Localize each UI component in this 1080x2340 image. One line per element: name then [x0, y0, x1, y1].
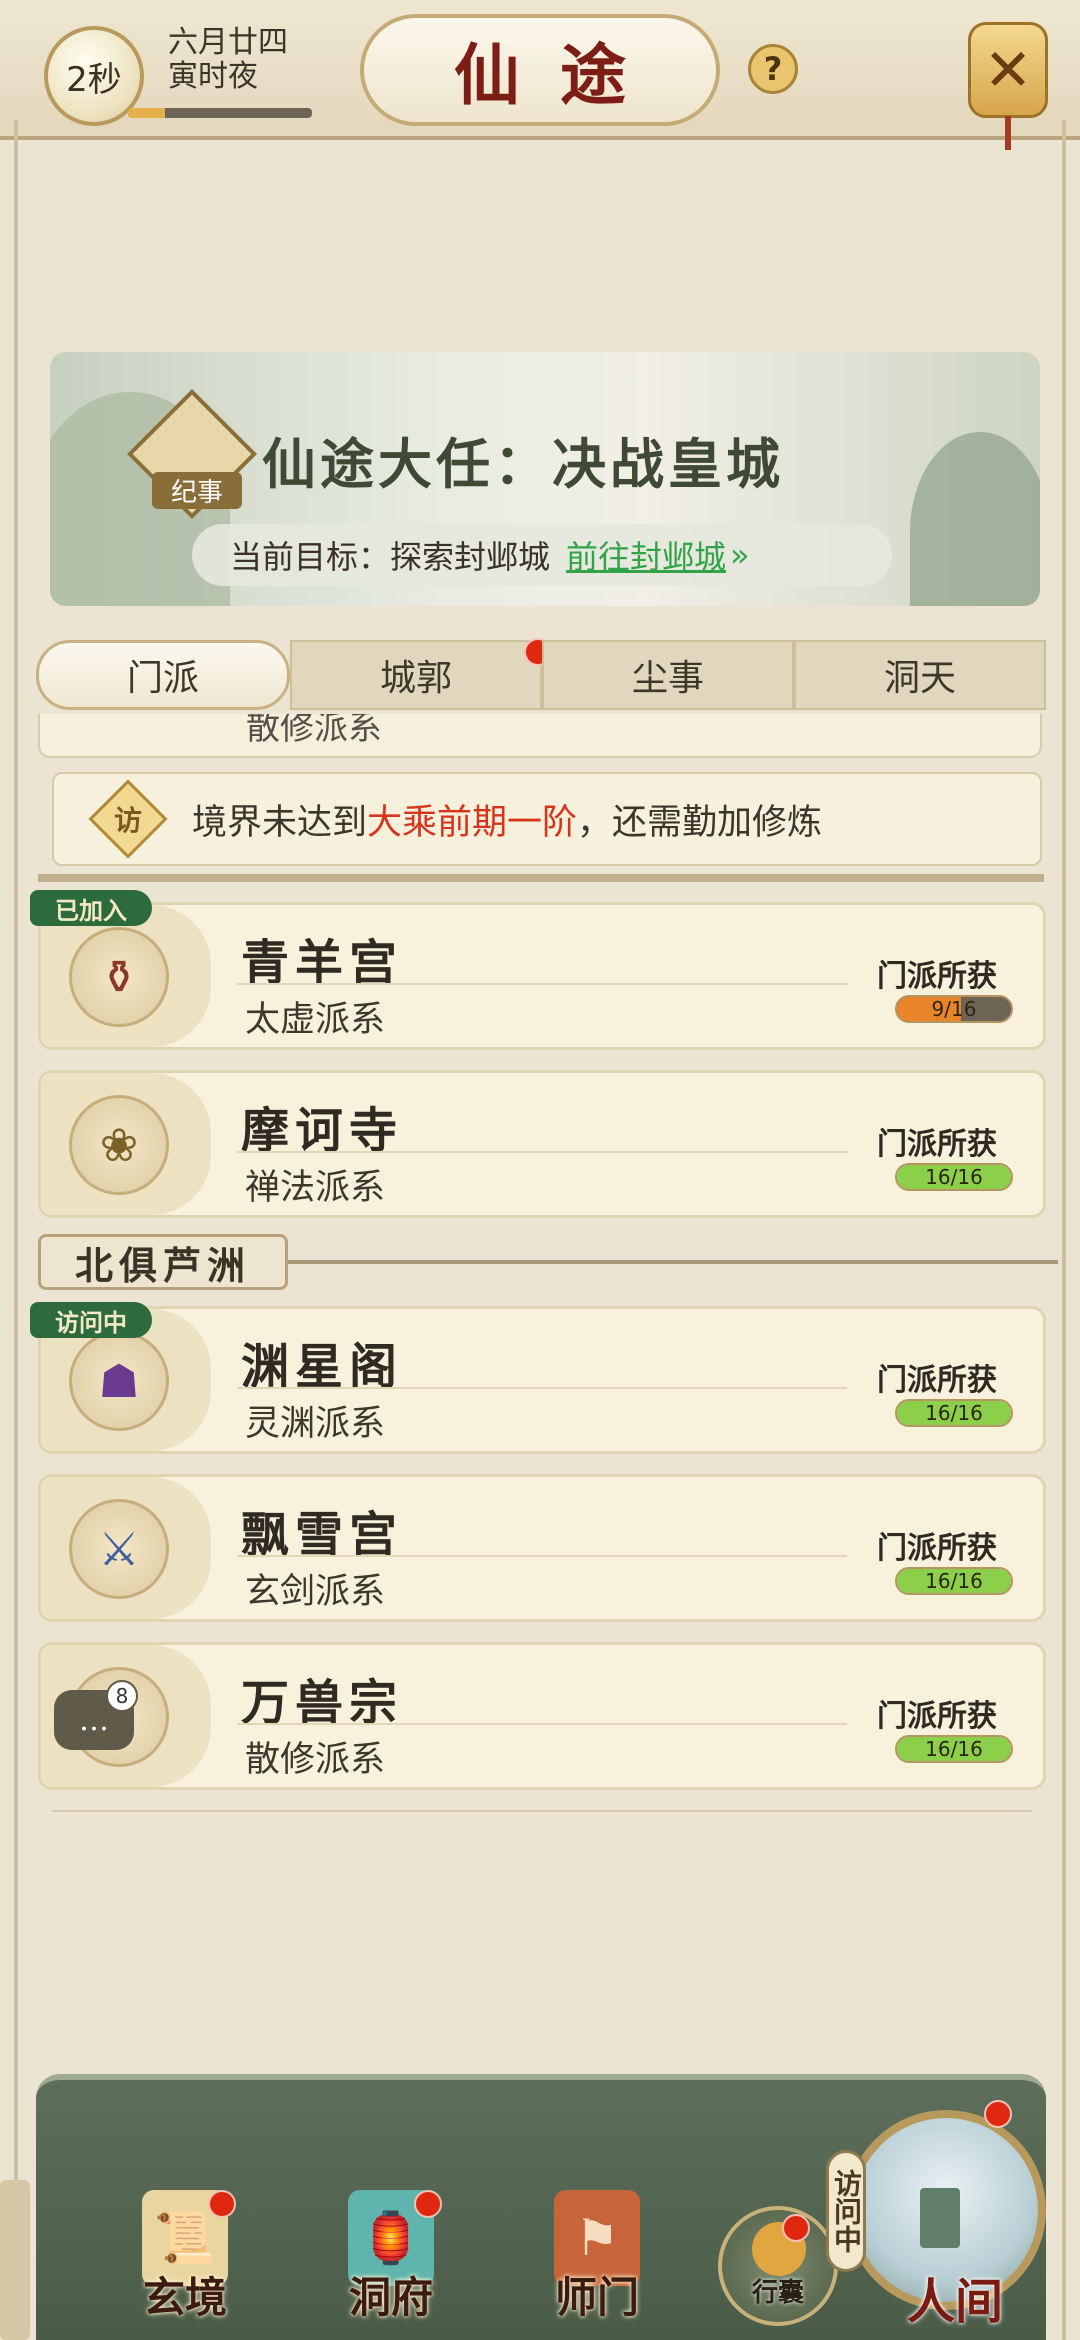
- card-divider: [237, 1387, 847, 1389]
- time-progress-bar: [128, 108, 312, 118]
- category-tabs: 门派 城郭 尘事 洞天: [36, 638, 1046, 710]
- goal-travel-link[interactable]: 前往封邺城: [566, 532, 726, 578]
- sect-gain-progress: 16/16: [895, 1567, 1013, 1595]
- sect-gain-progress: 9/16: [895, 995, 1013, 1023]
- sect-branch: 玄剑派系: [245, 1572, 386, 1612]
- question-icon[interactable]: ?: [748, 44, 798, 94]
- card-divider: [237, 1151, 847, 1153]
- sect-card[interactable]: ♞ 万兽宗 散修派系 门派所获 16/16: [38, 1642, 1046, 1790]
- visit-icon: 访: [88, 779, 168, 859]
- quest-goal: 当前目标：探索封邺城 前往封邺城 »: [192, 524, 892, 586]
- visiting-badge: 访问中: [30, 1302, 152, 1338]
- sect-gain-progress: 16/16: [895, 1163, 1013, 1191]
- tab-grotto-heaven[interactable]: 洞天: [794, 640, 1046, 710]
- demon-mask-icon: ☗: [69, 1331, 169, 1431]
- tab-label: 门派: [126, 658, 199, 699]
- progress-text: 16/16: [925, 1737, 983, 1761]
- sect-card[interactable]: ❀ 摩诃寺 禅法派系 门派所获 16/16: [38, 1070, 1046, 1218]
- quest-title: 仙途大任：决战皇城: [262, 432, 784, 496]
- visit-icon-label: 访: [113, 803, 143, 837]
- bag-label: 行囊: [751, 2278, 804, 2308]
- sect-branch: 禅法派系: [245, 1168, 386, 1208]
- tab-sects[interactable]: 门派: [36, 640, 290, 710]
- lotus-icon: ❀: [69, 1095, 169, 1195]
- sect-gain-label: 门派所获: [877, 959, 997, 994]
- tab-cities[interactable]: 城郭: [290, 638, 552, 710]
- sect-card[interactable]: ⚱ 青羊宫 太虚派系 门派所获 9/16: [38, 902, 1046, 1050]
- section-divider: [38, 874, 1044, 882]
- notification-dot: [984, 2100, 1012, 2128]
- sect-branch: 灵渊派系: [245, 1404, 386, 1444]
- region-title: 北俱芦洲: [38, 1234, 288, 1290]
- notice-text-before: 境界未达到: [192, 802, 368, 843]
- region-header: 北俱芦洲: [38, 1234, 1078, 1290]
- notice-highlight: 大乘前期一阶: [367, 802, 578, 843]
- sect-card[interactable]: ⚔ 飘雪宫 玄剑派系 门派所获 16/16: [38, 1474, 1046, 1622]
- progress-text: 16/16: [925, 1165, 983, 1189]
- crossed-swords-close-icon[interactable]: ✕: [968, 22, 1048, 118]
- nav-master-sect[interactable]: ⚑ 师门: [532, 2190, 662, 2330]
- notice-text-after: ，还需勤加修炼: [577, 802, 823, 843]
- sect-card[interactable]: ☗ 渊星阁 灵渊派系 门派所获 16/16: [38, 1306, 1046, 1454]
- sect-gain-label: 门派所获: [877, 1699, 997, 1734]
- notification-dot: [208, 2190, 236, 2218]
- sect-branch: 太虚派系: [245, 1000, 386, 1040]
- sect-gain-label: 门派所获: [877, 1363, 997, 1398]
- nav-label: 玄境: [142, 2273, 227, 2322]
- sect-branch: 散修派系: [245, 1740, 386, 1780]
- scroll-decoration: [0, 2180, 30, 2340]
- joined-badge: 已加入: [30, 890, 152, 926]
- sword-icon: ⚔: [69, 1499, 169, 1599]
- page-title-plaque: 仙途: [360, 14, 720, 126]
- sect-gain-progress: 16/16: [895, 1735, 1013, 1763]
- goal-text: 当前目标：探索封邺城: [230, 538, 551, 576]
- date-lunar: 六月廿四: [168, 25, 288, 60]
- notification-dot: [782, 2214, 810, 2242]
- list-end-divider: [52, 1810, 1032, 1812]
- time-progress-fill: [128, 108, 165, 118]
- tab-label: 洞天: [883, 658, 956, 699]
- tab-label: 尘事: [631, 658, 704, 699]
- nav-cave-dwelling[interactable]: 🏮 洞府: [326, 2190, 456, 2330]
- progress-text: 9/16: [931, 997, 977, 1021]
- date-hour: 寅时夜: [168, 59, 258, 94]
- progress-text: 16/16: [925, 1569, 983, 1593]
- sect-gain-label: 门派所获: [877, 1531, 997, 1566]
- page-title: 仙途: [454, 36, 666, 114]
- mortal-world-label: 人间: [906, 2274, 1003, 2330]
- tab-label: 城郭: [379, 658, 452, 699]
- visiting-tag: 访问中: [826, 2150, 866, 2272]
- nav-label: 洞府: [348, 2273, 433, 2322]
- card-divider: [237, 1723, 847, 1725]
- sect-gain-label: 门派所获: [877, 1127, 997, 1162]
- card-divider: [237, 983, 847, 985]
- nav-mystic-realm[interactable]: 📜 玄境: [120, 2190, 250, 2330]
- realm-requirement-notice: 访 境界未达到大乘前期一阶，还需勤加修炼: [52, 772, 1042, 866]
- region-rule: [288, 1260, 1058, 1264]
- sect-card-partial[interactable]: 散修派系: [38, 714, 1042, 758]
- sect-branch: 散修派系: [246, 714, 382, 748]
- double-chevron-right-icon: »: [730, 536, 750, 574]
- nav-label: 师门: [554, 2273, 639, 2322]
- chat-unread-count: 8: [106, 1680, 138, 1712]
- quest-badge-label: 纪事: [152, 472, 242, 509]
- tab-worldly-affairs[interactable]: 尘事: [542, 640, 794, 710]
- progress-text: 16/16: [925, 1401, 983, 1425]
- pagoda-icon: [920, 2188, 960, 2248]
- notification-dot: [414, 2190, 442, 2218]
- cauldron-icon: ⚱: [69, 927, 169, 1027]
- sect-gain-progress: 16/16: [895, 1399, 1013, 1427]
- mountain-decoration: [910, 432, 1040, 606]
- card-divider: [237, 1555, 847, 1557]
- game-date: 六月廿四 寅时夜: [168, 26, 288, 94]
- notice-text: 境界未达到大乘前期一阶，还需勤加修炼: [192, 794, 822, 845]
